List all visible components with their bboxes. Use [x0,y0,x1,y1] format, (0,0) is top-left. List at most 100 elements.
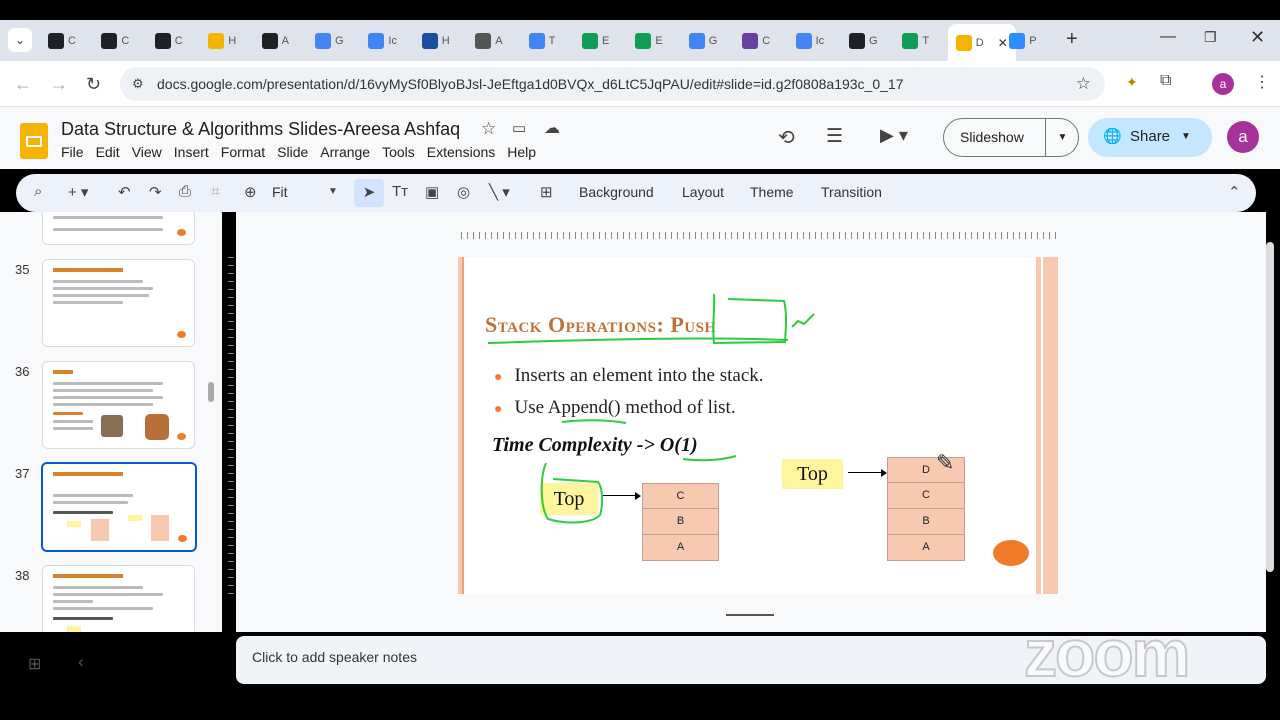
slide-37-canvas[interactable]: Stack Operations: Push ● Inserts an eleme… [458,257,1058,594]
menu-view[interactable]: View [132,144,162,160]
menu-help[interactable]: Help [507,144,536,160]
browser-tab[interactable]: C [93,28,129,54]
menu-format[interactable]: Format [221,144,265,160]
browser-tab[interactable]: C [40,28,76,54]
slide-thumbnail-38[interactable] [42,565,195,632]
bullet-item[interactable]: ● Inserts an element into the stack. [494,365,764,387]
browser-tab[interactable]: H [414,28,450,54]
zoom-select[interactable]: Fit [272,184,288,200]
browser-tab[interactable]: C [147,28,183,54]
menu-file[interactable]: File [61,144,84,160]
browser-tab[interactable]: A [254,28,289,54]
menu-arrange[interactable]: Arrange [320,144,370,160]
redo-icon[interactable]: ↷ [149,183,162,201]
star-icon[interactable]: ☆ [481,119,496,139]
comments-icon[interactable]: ☰ [826,125,843,148]
comment-add-icon[interactable]: ⊞ [540,183,553,201]
line-icon[interactable]: ╲ ▾ [489,183,510,201]
browser-tab[interactable]: H [200,28,236,54]
undo-icon[interactable]: ↶ [118,183,131,201]
browser-tab[interactable]: G [307,28,344,54]
share-button[interactable]: 🌐 Share ▼ [1088,118,1212,157]
browser-tab[interactable]: G [841,28,878,54]
shape-icon[interactable]: ◎ [457,183,470,201]
text-box-icon[interactable]: Tт [392,183,408,200]
background-button[interactable]: Background [579,184,654,200]
print-icon[interactable]: ⎙ [179,183,191,200]
stack-cell[interactable]: C [642,483,719,509]
theme-button[interactable]: Theme [750,184,794,200]
collapse-filmstrip-icon[interactable]: ‹ [78,652,84,672]
site-info-icon[interactable]: ⚙ [132,67,144,101]
top-label-box-right[interactable]: Top [782,459,843,489]
tab-label: G [335,35,344,47]
restore-button[interactable]: ❐ [1204,29,1217,46]
top-label-box-left[interactable]: Top [540,483,598,515]
menu-tools[interactable]: Tools [382,144,415,160]
image-icon[interactable]: ▣ [425,183,439,201]
notes-resize-handle[interactable] [726,614,774,616]
browser-tab[interactable]: T [894,28,929,54]
share-dropdown-icon[interactable]: ▼ [1181,131,1191,142]
extension-icon[interactable]: ✦ [1126,74,1138,91]
forward-icon[interactable]: → [50,74,68,95]
stack-cell[interactable]: A [642,535,719,561]
menu-slide[interactable]: Slide [277,144,308,160]
menu-edit[interactable]: Edit [96,144,120,160]
canvas-scrollbar[interactable] [1266,242,1274,572]
account-avatar[interactable]: a [1227,121,1259,153]
layout-button[interactable]: Layout [682,184,724,200]
collapse-toolbar-icon[interactable]: ⌃ [1228,183,1241,201]
slideshow-dropdown-icon[interactable]: ▼ [1045,119,1079,156]
browser-tab[interactable]: G [681,28,717,54]
browser-menu-icon[interactable]: ⋮ [1254,72,1270,92]
slide-title[interactable]: Stack Operations: Push [485,312,717,338]
browser-tab[interactable]: E [574,28,609,54]
zoom-dropdown-icon[interactable]: ▼ [328,186,338,197]
bookmark-star-icon[interactable]: ☆ [1076,67,1091,101]
tab-search-button[interactable]: ⌄ [8,28,32,52]
browser-tab[interactable]: E [627,28,663,54]
grid-view-icon[interactable]: ⊞ [28,654,41,674]
close-window-button[interactable]: ✕ [1250,27,1265,48]
paint-format-icon[interactable]: ⌗ [211,183,219,200]
zoom-icon[interactable]: ⊕ [244,183,257,201]
menu-extensions[interactable]: Extensions [427,144,495,160]
select-cursor-icon[interactable]: ➤ [354,179,384,207]
meet-camera-icon[interactable]: ▶ ▾ [880,125,908,146]
reload-icon[interactable]: ↻ [86,74,101,95]
slide-thumbnail-36[interactable] [42,361,195,449]
browser-tab[interactable]: Ic [788,28,824,54]
document-title[interactable]: Data Structure & Algorithms Slides-Arees… [61,119,460,140]
stack-cell[interactable]: A [887,535,965,561]
menu-bar: File Edit View Insert Format Slide Arrange Tool… [61,144,536,160]
slide-thumbnail-37[interactable] [41,462,197,552]
browser-tab[interactable]: T [521,28,555,54]
time-complexity-text[interactable]: Time Complexity -> O(1) [492,434,698,457]
profile-avatar[interactable]: a [1212,73,1234,95]
url-input[interactable]: ⚙ docs.google.com/presentation/d/16vyMyS… [120,67,1105,101]
menu-insert[interactable]: Insert [174,144,209,160]
transition-button[interactable]: Transition [821,184,882,200]
new-tab-button[interactable]: + [1066,28,1078,51]
browser-tab[interactable]: C [734,28,770,54]
move-folder-icon[interactable]: ▭ [512,119,526,137]
filmstrip-scrollbar[interactable] [208,382,214,402]
browser-tab[interactable]: P [1001,28,1037,54]
search-menus-icon[interactable]: ⌕ [34,183,42,200]
extensions-puzzle-icon[interactable]: ⧉ [1160,72,1171,90]
new-slide-icon[interactable]: + ▾ [68,183,88,201]
minimize-button[interactable]: — [1160,28,1176,46]
browser-tab[interactable]: Ic [360,28,397,54]
slide-thumbnail-34[interactable] [42,212,195,245]
stack-cell[interactable]: B [642,509,719,535]
stack-cell[interactable]: B [887,509,965,535]
slide-thumbnail-35[interactable] [42,259,195,347]
back-icon[interactable]: ← [14,74,32,95]
slideshow-button[interactable]: Slideshow ▼ [943,118,1079,157]
slides-logo-icon[interactable] [20,123,48,159]
bullet-item[interactable]: ● Use Append() method of list. [494,397,736,419]
stack-cell[interactable]: C [887,483,965,509]
browser-tab[interactable]: A [467,28,503,54]
version-history-icon[interactable]: ⟲ [778,125,795,150]
